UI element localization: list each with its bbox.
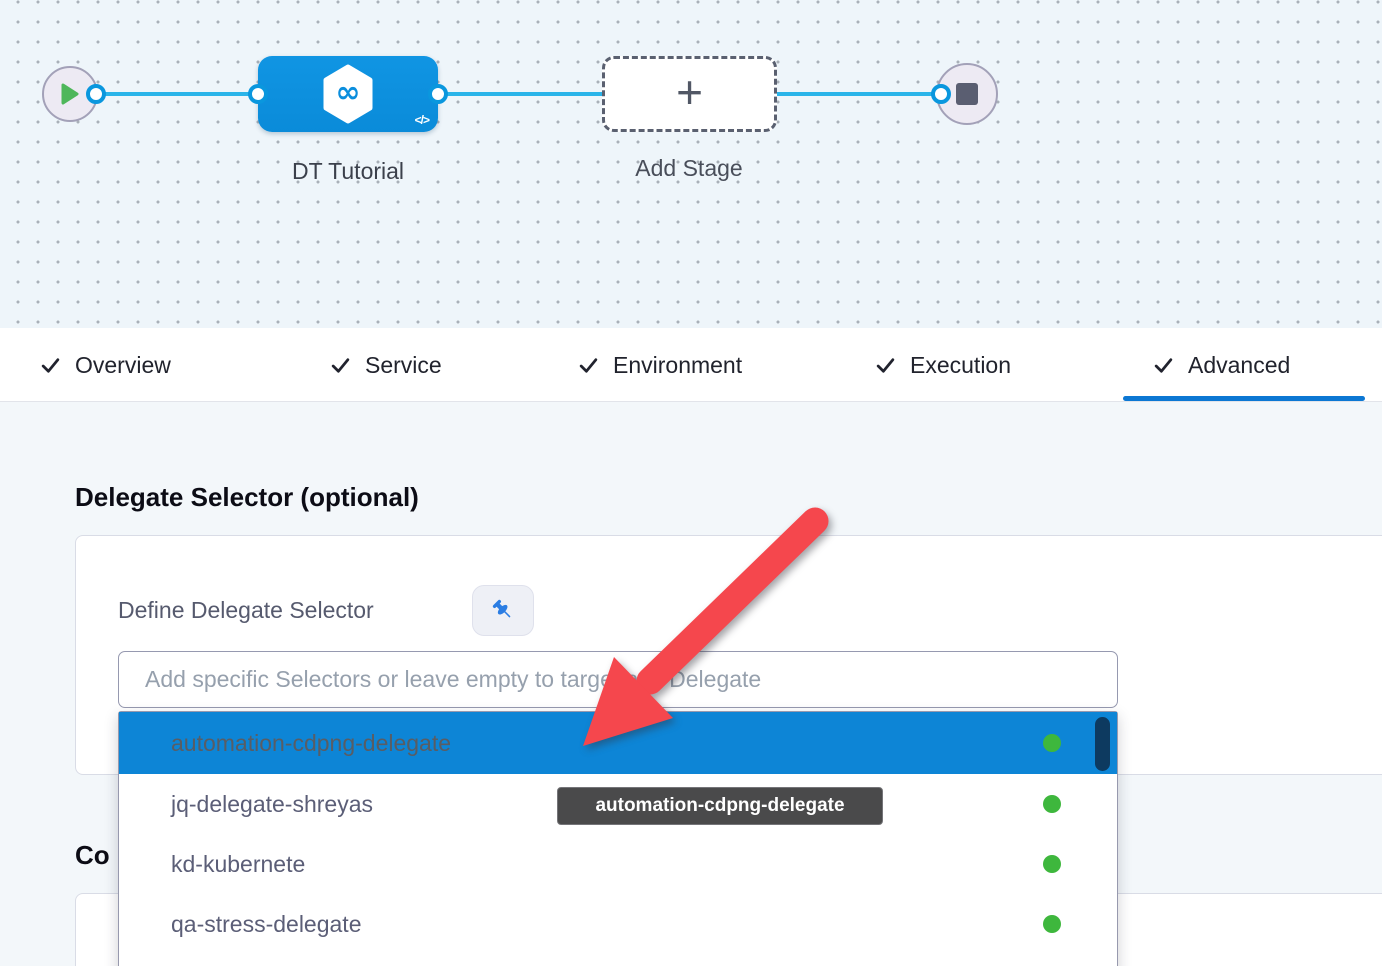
stage-node-label: DT Tutorial xyxy=(238,158,458,185)
svg-text:∞: ∞ xyxy=(336,75,361,110)
connector-edge xyxy=(98,92,260,96)
delegate-status-dot xyxy=(1043,734,1061,752)
tab-service[interactable]: Service xyxy=(330,328,442,402)
check-icon xyxy=(1153,355,1174,376)
tab-overview[interactable]: Overview xyxy=(40,328,171,402)
tab-execution[interactable]: Execution xyxy=(875,328,1011,402)
delegate-status-dot xyxy=(1043,795,1061,813)
stop-icon xyxy=(956,83,978,105)
pipeline-stage-editor: ∞ </> + DT Tutorial Add Stage Overview S… xyxy=(0,0,1382,966)
connector-port xyxy=(248,84,268,104)
active-tab-underline xyxy=(1123,396,1365,401)
code-icon: </> xyxy=(415,113,429,127)
delegate-status-dot xyxy=(1043,915,1061,933)
connector-port xyxy=(86,84,106,104)
tab-environment[interactable]: Environment xyxy=(578,328,742,402)
connector-edge xyxy=(777,92,941,96)
add-stage-button[interactable]: + xyxy=(602,56,777,132)
pipeline-canvas[interactable]: ∞ </> + DT Tutorial Add Stage xyxy=(0,0,1382,328)
delegate-name-tooltip: automation-cdpng-delegate xyxy=(557,787,883,825)
next-section-title-partial: Co xyxy=(75,840,110,871)
delegate-selector-input[interactable] xyxy=(118,651,1118,708)
connector-edge xyxy=(438,92,604,96)
tab-advanced[interactable]: Advanced xyxy=(1153,328,1290,402)
stage-node-dt-tutorial[interactable]: ∞ </> xyxy=(258,56,438,132)
dropdown-scrollbar-thumb[interactable] xyxy=(1095,717,1110,771)
connector-port xyxy=(428,84,448,104)
connector-port xyxy=(931,84,951,104)
check-icon xyxy=(875,355,896,376)
check-icon xyxy=(330,355,351,376)
stage-tabbar: Overview Service Environment Execution A… xyxy=(0,328,1382,402)
check-icon xyxy=(578,355,599,376)
check-icon xyxy=(40,355,61,376)
harness-logo-icon: ∞ xyxy=(321,64,375,124)
dropdown-option-automation-cdpng-delegate[interactable]: automation-cdpng-delegate xyxy=(119,712,1117,774)
dropdown-option-kd-kubernete[interactable]: kd-kubernete xyxy=(119,834,1117,894)
delegate-selector-section-title: Delegate Selector (optional) xyxy=(75,482,419,513)
add-stage-label: Add Stage xyxy=(579,155,799,182)
dropdown-option-qa-stress-delegate[interactable]: qa-stress-delegate xyxy=(119,894,1117,954)
delegate-status-dot xyxy=(1043,855,1061,873)
pin-icon xyxy=(490,597,517,624)
delegate-dropdown-menu: automation-cdpng-delegate jq-delegate-sh… xyxy=(118,711,1118,966)
play-icon xyxy=(61,83,79,105)
define-delegate-selector-label: Define Delegate Selector xyxy=(118,597,374,624)
pin-runtime-input-button[interactable] xyxy=(472,585,534,636)
